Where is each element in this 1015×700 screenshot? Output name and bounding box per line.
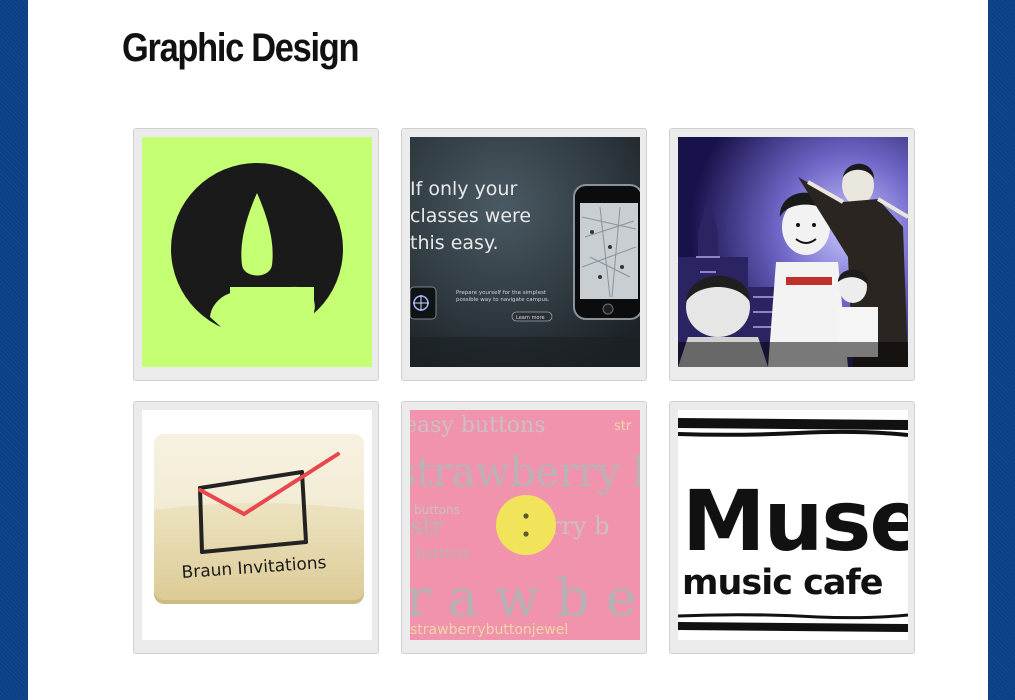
strawberry-buttons-thumbnail[interactable]: easy buttons str strawberry b buttons st… [410,410,640,640]
bg-word-9: strawberrybuttonjewel [410,622,568,638]
bg-word-8: r a w b e [410,569,637,629]
braun-invitations-image: Braun Invitations [142,410,372,640]
campus-app-image: If only your classes were this easy. Pre… [410,137,640,367]
bg-word-3: strawberry b [410,450,640,496]
students-poster-thumbnail[interactable] [678,137,908,367]
candle-logo-thumbnail[interactable] [142,137,372,367]
ad-headline-3: this easy. [410,232,499,254]
gallery-item-campus-app[interactable]: If only your classes were this easy. Pre… [401,128,647,381]
gallery-item-muse-music-cafe[interactable]: Muse music cafe [669,401,915,654]
gallery-item-strawberry-buttons[interactable]: easy buttons str strawberry b buttons st… [401,401,647,654]
bg-word-7: buttons [416,546,469,562]
ad-button-label: Learn more [516,315,545,321]
candle-logo-image [142,137,372,367]
gallery-item-candle[interactable] [133,128,379,381]
braun-invitations-thumbnail[interactable]: Braun Invitations [142,410,372,640]
page-title: Graphic Design [122,26,359,70]
bg-word-5: str [410,512,444,540]
gallery-item-braun-invitations[interactable]: Braun Invitations [133,401,379,654]
muse-subtitle: music cafe [682,563,883,603]
bg-word-1: easy buttons [410,413,546,438]
gallery-item-students-poster[interactable] [669,128,915,381]
students-poster-image [678,137,908,367]
ad-tagline-2: possible way to navigate campus. [456,297,550,303]
muse-music-cafe-thumbnail[interactable]: Muse music cafe [678,410,908,640]
content-panel: Graphic Design If only your classes were… [28,0,988,700]
muse-title: Muse [682,472,908,570]
ad-headline-1: If only your [410,178,517,200]
ad-tagline-1: Prepare yourself for the simplest [456,290,547,296]
campus-app-thumbnail[interactable]: If only your classes were this easy. Pre… [410,137,640,367]
muse-music-cafe-image: Muse music cafe [678,410,908,640]
strawberry-buttons-image: easy buttons str strawberry b buttons st… [410,410,640,640]
ad-headline-2: classes were [410,205,531,227]
bg-word-6: rry b [550,512,610,540]
bg-word-2: str [614,419,632,434]
